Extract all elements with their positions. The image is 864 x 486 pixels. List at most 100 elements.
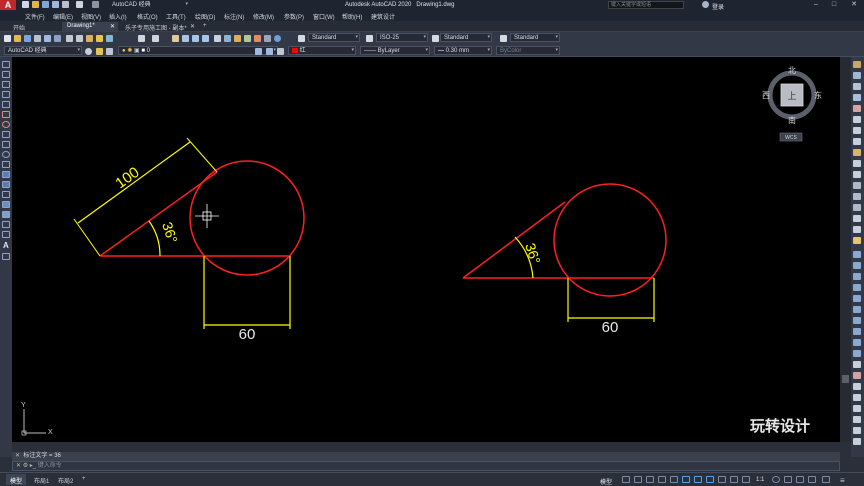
inquiry-icon[interactable] (853, 427, 861, 434)
trim-icon[interactable] (853, 160, 861, 167)
layer-match-icon[interactable] (277, 48, 284, 55)
save-icon[interactable] (24, 35, 31, 42)
viewcube-north[interactable]: 北 (788, 66, 796, 75)
multileader-icon[interactable] (853, 416, 861, 423)
command-input[interactable]: 键入命令 (38, 463, 62, 469)
menu-view[interactable]: 视图(V) (81, 12, 101, 21)
right-tangent-line[interactable] (462, 201, 566, 279)
selection-cycling-icon[interactable] (730, 476, 738, 483)
redo-icon[interactable] (152, 35, 159, 42)
close-tab-icon[interactable]: ✕ (190, 23, 195, 30)
insert-block-icon[interactable] (2, 171, 10, 178)
open-file-icon[interactable] (32, 1, 39, 8)
dim-ordinate-icon[interactable] (853, 284, 861, 291)
zoom-previous-icon[interactable] (202, 35, 209, 42)
object-snap-tracking-icon[interactable] (682, 476, 690, 483)
center-mark-icon[interactable] (853, 372, 861, 379)
history-close-icon[interactable]: ✕ (15, 453, 20, 459)
viewcube-east[interactable]: 东 (814, 90, 822, 100)
mleader-style-icon[interactable] (500, 35, 507, 42)
dim-continue-icon[interactable] (853, 350, 861, 357)
ellipse-arc-icon[interactable] (2, 161, 10, 168)
mleader-style-combo[interactable]: Standard ▾ (510, 33, 560, 42)
make-block-icon[interactable] (2, 181, 10, 188)
save-as-icon[interactable] (52, 1, 59, 8)
viewcube[interactable]: 上 北 南 西 东 WCS (762, 66, 822, 142)
zoom-window-icon[interactable] (192, 35, 199, 42)
drawing-canvas[interactable]: 100 36° 60 36° 60 Y X 上 北 南 西 东 WCS 玩转设计 (12, 57, 840, 442)
plot-icon[interactable] (34, 35, 41, 42)
wrench-icon[interactable]: ⚙ (23, 463, 28, 469)
join-icon[interactable] (853, 204, 861, 211)
polar-icon[interactable] (658, 476, 666, 483)
tool-palettes-icon[interactable] (234, 35, 241, 42)
chamfer-icon[interactable] (853, 215, 861, 222)
color-combo[interactable]: 红 ▾ (288, 46, 356, 55)
tab-drawing1[interactable]: Drawing1* ✕ (62, 22, 118, 31)
erase-icon[interactable] (853, 61, 861, 68)
dim-arc-icon[interactable] (853, 273, 861, 280)
explode-icon[interactable] (853, 237, 861, 244)
paste-icon[interactable] (86, 35, 93, 42)
units-icon[interactable] (796, 476, 804, 483)
dim-aligned-icon[interactable] (853, 262, 861, 269)
print-icon[interactable] (62, 1, 69, 8)
object-snap-icon[interactable] (694, 476, 702, 483)
make-current-layer-icon[interactable] (255, 48, 262, 55)
sheet-set-icon[interactable] (244, 35, 251, 42)
snap-icon[interactable] (634, 476, 642, 483)
left-width-dimension[interactable]: 60 (203, 256, 291, 343)
dim-style-combo[interactable]: ISO-25 ▾ (376, 33, 428, 42)
search-input[interactable]: 键入关键字或短语 (608, 1, 684, 9)
layer-properties-icon[interactable] (96, 48, 103, 55)
viewcube-west[interactable]: 西 (762, 91, 770, 100)
left-angle-dimension[interactable]: 36° (148, 220, 181, 257)
new-file-icon[interactable] (22, 1, 29, 8)
isolate-objects-icon[interactable] (808, 476, 816, 483)
close-tab-icon[interactable]: ✕ (110, 23, 115, 30)
annotation-visibility-icon[interactable] (742, 476, 750, 483)
dim-angular-icon[interactable] (853, 317, 861, 324)
workspace-switch-icon[interactable] (772, 476, 780, 483)
viewcube-south[interactable]: 南 (788, 115, 796, 125)
dim-diameter-icon[interactable] (853, 306, 861, 313)
plotstyle-combo[interactable]: ByColor ▾ (496, 46, 560, 55)
menu-file[interactable]: 文件(F) (25, 12, 45, 21)
add-layout-button[interactable]: + (78, 474, 90, 485)
menu-tools[interactable]: 工具(T) (166, 12, 186, 21)
undo-icon[interactable] (138, 35, 145, 42)
calculator-icon[interactable] (264, 35, 271, 42)
table-icon[interactable] (2, 231, 10, 238)
user-icon[interactable] (702, 1, 709, 8)
line-icon[interactable] (2, 61, 10, 68)
offset-icon[interactable] (853, 94, 861, 101)
model-space-label[interactable]: 模型 (600, 477, 612, 486)
vertical-scrollbar[interactable] (840, 57, 851, 442)
table-style-combo[interactable]: Standard ▾ (440, 33, 492, 42)
match-properties-icon[interactable] (96, 35, 103, 42)
properties-icon[interactable] (214, 35, 221, 42)
design-center-icon[interactable] (224, 35, 231, 42)
preview-icon[interactable] (44, 35, 51, 42)
dim-style-manager-icon[interactable] (853, 405, 861, 412)
scroll-thumb[interactable] (842, 375, 849, 383)
tab-construction-copy[interactable]: 乐子专用施工图 - 副本* ✕ (120, 22, 198, 32)
cut-icon[interactable] (66, 35, 73, 42)
menu-parametric[interactable]: 参数(P) (284, 12, 304, 21)
markup-icon[interactable] (254, 35, 261, 42)
dim-radius-icon[interactable] (853, 295, 861, 302)
save-icon[interactable] (42, 1, 49, 8)
polygon-icon[interactable] (2, 91, 10, 98)
menu-window[interactable]: 窗口(W) (313, 12, 335, 21)
menu-draw[interactable]: 绘图(D) (195, 12, 215, 21)
grid-icon[interactable] (622, 476, 630, 483)
customization-icon[interactable]: ≡ (840, 476, 845, 485)
right-angle-dimension[interactable]: 36° (514, 236, 544, 279)
multiline-text-icon[interactable]: A (3, 241, 9, 250)
region-icon[interactable] (2, 221, 10, 228)
layer-previous-icon[interactable] (266, 48, 273, 55)
transparency-icon[interactable] (718, 476, 726, 483)
clean-screen-icon[interactable] (822, 476, 830, 483)
dim-edit-icon[interactable] (853, 383, 861, 390)
menu-modify[interactable]: 修改(M) (253, 12, 274, 21)
